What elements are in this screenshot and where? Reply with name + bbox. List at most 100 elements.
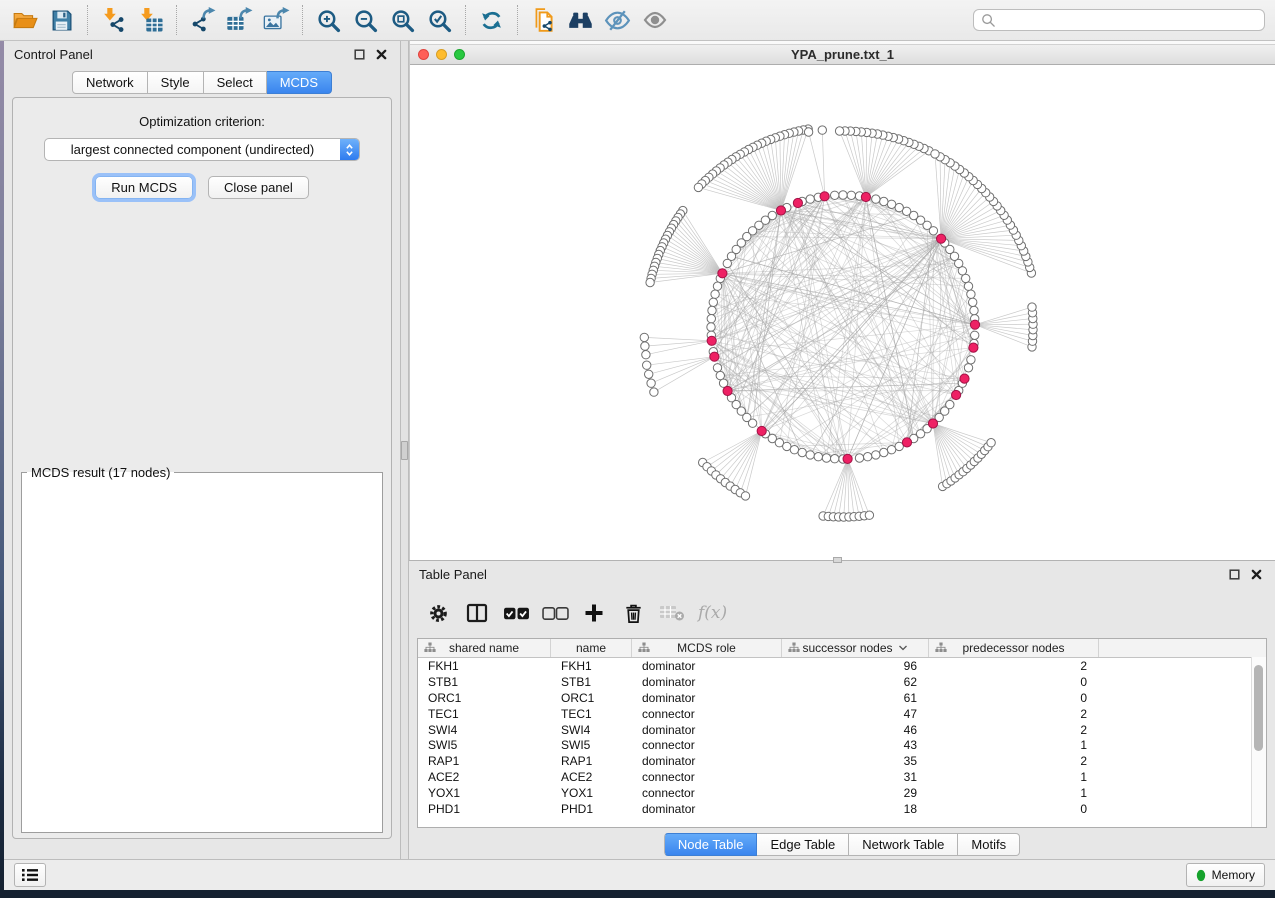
table-row[interactable]: PHD1PHD1dominator180 <box>418 801 1266 817</box>
graph-node[interactable] <box>967 290 975 298</box>
graph-node[interactable] <box>872 195 880 203</box>
graph-node[interactable] <box>643 361 651 369</box>
cell-name[interactable]: TEC1 <box>551 707 632 721</box>
import-table-button[interactable] <box>132 3 169 37</box>
cell-predecessor-nodes[interactable]: 0 <box>929 691 1099 705</box>
graph-hub-node[interactable] <box>969 343 978 352</box>
graph-node[interactable] <box>865 511 873 519</box>
graph-node[interactable] <box>839 191 847 199</box>
graph-node[interactable] <box>971 331 979 339</box>
cell-successor-nodes[interactable]: 29 <box>782 786 929 800</box>
table-scrollbar-thumb[interactable] <box>1254 665 1263 751</box>
cell-successor-nodes[interactable]: 61 <box>782 691 929 705</box>
cell-mcds-role[interactable]: connector <box>632 770 782 784</box>
graph-node[interactable] <box>798 448 806 456</box>
cell-name[interactable]: ACE2 <box>551 770 632 784</box>
splitter-handle[interactable] <box>401 441 408 460</box>
cell-shared-name[interactable]: YOX1 <box>418 786 551 800</box>
tab-select[interactable]: Select <box>204 71 267 94</box>
cell-name[interactable]: STB1 <box>551 675 632 689</box>
graph-hub-node[interactable] <box>902 438 911 447</box>
open-session-button[interactable] <box>6 3 43 37</box>
cell-predecessor-nodes[interactable]: 2 <box>929 707 1099 721</box>
graph-node[interactable] <box>640 333 648 341</box>
export-image-button[interactable] <box>258 3 295 37</box>
graph-node[interactable] <box>741 492 749 500</box>
tab-style[interactable]: Style <box>148 71 204 94</box>
deselect-all-button[interactable] <box>540 599 570 627</box>
graph-node[interactable] <box>647 379 655 387</box>
column-header-mcds-role[interactable]: MCDS role <box>632 639 782 657</box>
graph-node[interactable] <box>880 197 888 205</box>
cell-name[interactable]: RAP1 <box>551 754 632 768</box>
graph-hub-node[interactable] <box>843 454 852 463</box>
cell-successor-nodes[interactable]: 31 <box>782 770 929 784</box>
graph-hub-node[interactable] <box>952 390 961 399</box>
show-columns-button[interactable] <box>462 599 492 627</box>
graph-node[interactable] <box>711 290 719 298</box>
cell-mcds-role[interactable]: connector <box>632 786 782 800</box>
tab-network-table[interactable]: Network Table <box>849 833 958 856</box>
graph-node[interactable] <box>831 455 839 463</box>
import-network-button[interactable] <box>95 3 132 37</box>
table-row[interactable]: STB1STB1dominator620 <box>418 674 1266 690</box>
horizontal-splitter-handle[interactable] <box>833 557 842 563</box>
graph-node[interactable] <box>987 439 995 447</box>
graph-hub-node[interactable] <box>776 206 785 215</box>
delete-column-button[interactable] <box>618 599 648 627</box>
network-canvas[interactable] <box>410 65 1275 560</box>
table-row[interactable]: TEC1TEC1connector472 <box>418 706 1266 722</box>
table-row[interactable]: ORC1ORC1dominator610 <box>418 690 1266 706</box>
cell-shared-name[interactable]: RAP1 <box>418 754 551 768</box>
graph-hub-node[interactable] <box>970 320 979 329</box>
graph-node[interactable] <box>748 419 756 427</box>
column-header-successor-nodes[interactable]: successor nodes <box>782 639 929 657</box>
graph-hub-node[interactable] <box>710 352 719 361</box>
cell-successor-nodes[interactable]: 18 <box>782 802 929 816</box>
graph-hub-node[interactable] <box>718 269 727 278</box>
show-graphics-button[interactable] <box>636 3 673 37</box>
zoom-selected-button[interactable] <box>421 3 458 37</box>
cell-successor-nodes[interactable]: 46 <box>782 723 929 737</box>
graph-node[interactable] <box>835 127 843 135</box>
graph-node[interactable] <box>806 451 814 459</box>
cell-name[interactable]: SWI4 <box>551 723 632 737</box>
cell-shared-name[interactable]: FKH1 <box>418 659 551 673</box>
table-row[interactable]: ACE2ACE2connector311 <box>418 769 1266 785</box>
graph-node[interactable] <box>645 370 653 378</box>
zoom-fit-button[interactable] <box>384 3 421 37</box>
graph-node[interactable] <box>964 364 972 372</box>
memory-button[interactable]: Memory <box>1186 863 1265 887</box>
cell-predecessor-nodes[interactable]: 2 <box>929 659 1099 673</box>
cell-mcds-role[interactable]: dominator <box>632 675 782 689</box>
graph-node[interactable] <box>646 278 654 286</box>
graph-node[interactable] <box>641 342 649 350</box>
clone-network-button[interactable] <box>525 3 562 37</box>
add-column-button[interactable] <box>579 599 609 627</box>
cell-mcds-role[interactable]: dominator <box>632 723 782 737</box>
run-mcds-button[interactable]: Run MCDS <box>95 176 193 199</box>
graph-node[interactable] <box>855 454 863 462</box>
cell-mcds-role[interactable]: connector <box>632 738 782 752</box>
vertical-splitter[interactable] <box>400 41 409 859</box>
graph-node[interactable] <box>864 453 872 461</box>
cell-shared-name[interactable]: PHD1 <box>418 802 551 816</box>
graph-hub-node[interactable] <box>937 234 946 243</box>
graph-node[interactable] <box>694 183 702 191</box>
cell-name[interactable]: SWI5 <box>551 738 632 752</box>
refresh-layout-button[interactable] <box>473 3 510 37</box>
graph-node[interactable] <box>806 195 814 203</box>
cell-predecessor-nodes[interactable]: 1 <box>929 786 1099 800</box>
find-button[interactable] <box>562 3 599 37</box>
graph-hub-node[interactable] <box>723 386 732 395</box>
graph-node[interactable] <box>708 306 716 314</box>
cell-successor-nodes[interactable]: 35 <box>782 754 929 768</box>
graph-node[interactable] <box>970 306 978 314</box>
table-row[interactable]: SWI5SWI5connector431 <box>418 737 1266 753</box>
cell-shared-name[interactable]: TEC1 <box>418 707 551 721</box>
close-panel-button-mcds[interactable]: Close panel <box>208 176 309 199</box>
tab-mcds[interactable]: MCDS <box>267 71 332 94</box>
graph-hub-node[interactable] <box>960 374 969 383</box>
graph-node[interactable] <box>818 126 826 134</box>
table-row[interactable]: YOX1YOX1connector291 <box>418 785 1266 801</box>
